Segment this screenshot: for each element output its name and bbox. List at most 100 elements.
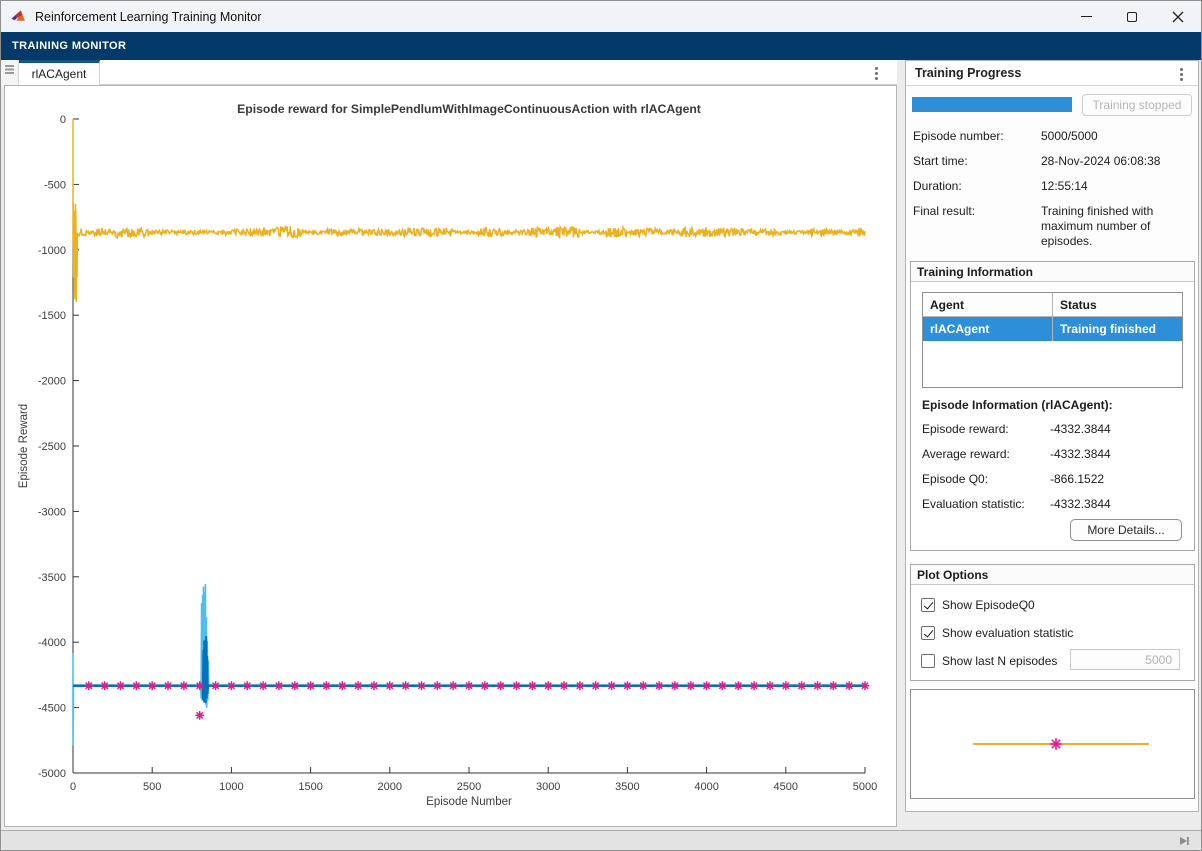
panel-menu-button[interactable]: [1174, 66, 1188, 82]
subpanel-header: Training Information: [911, 262, 1194, 282]
checkbox-icon[interactable]: [921, 598, 935, 612]
average-reward-row: Average reward: -4332.3844: [922, 447, 1202, 462]
svg-text:-3000: -3000: [38, 506, 66, 518]
training-stopped-button[interactable]: Training stopped: [1082, 94, 1192, 116]
field-value: -4332.3844: [1050, 497, 1202, 512]
svg-text:1000: 1000: [219, 781, 243, 793]
checkbox-icon[interactable]: [921, 654, 935, 668]
tab-bar-menu-button[interactable]: [869, 65, 883, 81]
field-value: 28-Nov-2024 06:08:38: [1041, 154, 1193, 169]
field-value: -4332.3844: [1050, 422, 1202, 437]
field-value: 5000/5000: [1041, 129, 1193, 144]
minimize-icon: [1081, 16, 1092, 17]
toolstrip: TRAINING MONITOR: [1, 32, 1201, 60]
grip-icon: [5, 65, 14, 67]
show-last-n-episodes-checkbox-row[interactable]: Show last N episodes: [921, 653, 1057, 669]
checkbox-label: Show evaluation statistic: [942, 626, 1073, 640]
start-time-row: Start time: 28-Nov-2024 06:08:38: [913, 154, 1193, 169]
field-label: Start time:: [913, 154, 1041, 169]
svg-text:-5000: -5000: [38, 768, 66, 780]
kebab-menu-icon: [1180, 73, 1183, 76]
field-value: Training finished with maximum number of…: [1041, 204, 1193, 249]
duration-row: Duration: 12:55:14: [913, 179, 1193, 194]
app-window: Reinforcement Learning Training Monitor …: [0, 0, 1202, 851]
field-label: Final result:: [913, 204, 1041, 249]
show-evaluation-statistic-checkbox-row[interactable]: Show evaluation statistic: [921, 625, 1073, 641]
field-value: -866.1522: [1050, 472, 1202, 487]
window-title-bar: Reinforcement Learning Training Monitor: [1, 1, 1201, 32]
episode-reward-row: Episode reward: -4332.3844: [922, 422, 1202, 437]
training-progress-bar: [912, 97, 1072, 112]
tab-grip-strip[interactable]: [1, 60, 19, 85]
maximize-icon: [1127, 12, 1137, 22]
field-label: Evaluation statistic:: [922, 497, 1050, 512]
table-row-rlacagent[interactable]: rlACAgent Training finished: [923, 317, 1182, 341]
close-button[interactable]: [1155, 1, 1201, 32]
agent-cell: rlACAgent: [923, 317, 1053, 341]
document-tab-bar: rlACAgent: [1, 60, 897, 85]
checkbox-label: Show last N episodes: [942, 654, 1057, 668]
plot-preview-panel: [910, 689, 1195, 799]
tab-rlacagent[interactable]: rlACAgent: [19, 60, 100, 85]
window-title: Reinforcement Learning Training Monitor: [35, 10, 262, 24]
svg-text:-2000: -2000: [38, 376, 66, 388]
training-progress-panel: Training Progress Training stopped Episo…: [905, 60, 1199, 812]
subpanel-title: Plot Options: [917, 568, 988, 582]
svg-text:Episode Reward: Episode Reward: [18, 404, 30, 488]
svg-text:3500: 3500: [615, 781, 639, 793]
agent-status-table: Agent Status rlACAgent Training finished: [922, 292, 1183, 388]
svg-text:-3500: -3500: [38, 572, 66, 584]
evaluation-statistic-row: Evaluation statistic: -4332.3844: [922, 497, 1202, 512]
checkbox-label: Show EpisodeQ0: [942, 598, 1035, 612]
toolstrip-tab-training-monitor[interactable]: TRAINING MONITOR: [1, 40, 137, 52]
episode-reward-chart: 0500100015002000250030003500400045005000…: [5, 86, 896, 826]
expand-panel-button[interactable]: [1175, 834, 1193, 848]
minimize-button[interactable]: [1063, 1, 1109, 32]
column-header-agent[interactable]: Agent: [923, 293, 1053, 316]
subpanel-header: Plot Options: [911, 565, 1194, 585]
panel-title: Training Progress: [915, 66, 1021, 80]
checkbox-icon[interactable]: [921, 626, 935, 640]
field-value: -4332.3844: [1050, 447, 1202, 462]
status-cell: Training finished: [1053, 317, 1182, 341]
field-label: Episode number:: [913, 129, 1041, 144]
subpanel-title: Training Information: [917, 265, 1033, 279]
field-label: Average reward:: [922, 447, 1050, 462]
field-label: Episode reward:: [922, 422, 1050, 437]
training-information-panel: Training Information Agent Status rlACAg…: [910, 261, 1195, 551]
close-icon: [1172, 11, 1184, 23]
episode-info-title: Episode Information (rlACAgent):: [922, 398, 1113, 412]
svg-text:500: 500: [143, 781, 161, 793]
maximize-button[interactable]: [1109, 1, 1155, 32]
svg-text:0: 0: [60, 114, 66, 126]
field-label: Episode Q0:: [922, 472, 1050, 487]
svg-text:2500: 2500: [457, 781, 481, 793]
panel-header: Training Progress: [906, 61, 1198, 86]
svg-text:5000: 5000: [853, 781, 877, 793]
column-header-status[interactable]: Status: [1053, 293, 1182, 316]
table-header-row: Agent Status: [923, 293, 1182, 317]
field-label: Duration:: [913, 179, 1041, 194]
svg-text:-4000: -4000: [38, 637, 66, 649]
plot-options-panel: Plot Options Show EpisodeQ0 Show evaluat…: [910, 564, 1195, 681]
preview-evaluation-marker: [1050, 738, 1062, 750]
matlab-logo-icon: [10, 9, 27, 24]
plot-preview-graphic: [911, 690, 1194, 798]
more-details-button[interactable]: More Details...: [1070, 519, 1182, 541]
svg-text:4500: 4500: [774, 781, 798, 793]
tab-label: rlACAgent: [32, 67, 87, 81]
svg-text:Episode Number: Episode Number: [426, 796, 512, 808]
chart-panel: 0500100015002000250030003500400045005000…: [4, 85, 897, 827]
final-result-row: Final result: Training finished with max…: [913, 204, 1193, 249]
svg-text:-500: -500: [44, 179, 66, 191]
show-episodeq0-checkbox-row[interactable]: Show EpisodeQ0: [921, 597, 1035, 613]
last-n-episodes-input[interactable]: [1070, 649, 1180, 670]
episode-number-row: Episode number: 5000/5000: [913, 129, 1193, 144]
svg-text:3000: 3000: [536, 781, 560, 793]
svg-text:-4500: -4500: [38, 703, 66, 715]
svg-text:1500: 1500: [298, 781, 322, 793]
svg-text:-2500: -2500: [38, 441, 66, 453]
episode-q0-row: Episode Q0: -866.1522: [922, 472, 1202, 487]
progress-fill: [912, 97, 1072, 112]
status-bar: [1, 830, 1201, 850]
